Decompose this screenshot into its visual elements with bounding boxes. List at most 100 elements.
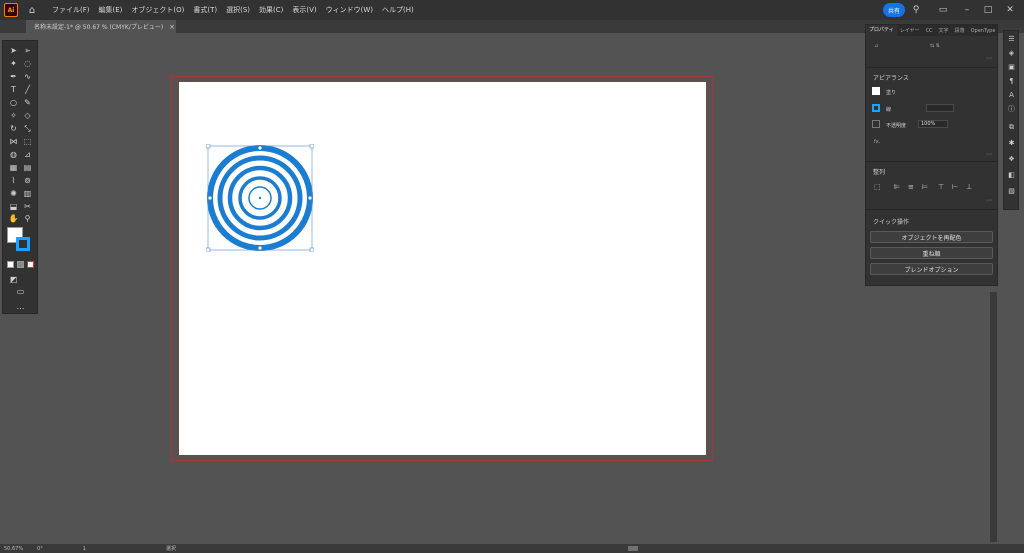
align-more-icon[interactable]: ⋯ xyxy=(986,197,992,204)
search-icon[interactable]: ⚲ xyxy=(910,4,922,16)
gradient-tool-icon[interactable]: ▤ xyxy=(22,162,33,173)
brushes-icon[interactable]: ✱ xyxy=(1007,139,1016,148)
artboard-tool-icon[interactable]: ⬓ xyxy=(8,201,19,212)
transform-more-icon[interactable]: ⋯ xyxy=(986,55,992,62)
flip-icon[interactable]: ⇆ ⇅ xyxy=(930,43,940,49)
symbol-sprayer-tool-icon[interactable]: ✺ xyxy=(8,188,19,199)
direct-selection-tool-icon[interactable]: ➢ xyxy=(22,45,33,56)
paintbrush-tool-icon[interactable]: ✎ xyxy=(22,97,33,108)
rotate-tool-icon[interactable]: ↻ xyxy=(8,123,19,134)
handle-bottom[interactable] xyxy=(258,246,262,250)
menu-type[interactable]: 書式(T) xyxy=(193,5,217,15)
artboard-number[interactable]: 1 xyxy=(83,546,86,552)
character-icon[interactable]: A xyxy=(1007,91,1016,100)
eyedropper-tool-icon[interactable]: ⌇ xyxy=(8,175,19,186)
artboard[interactable] xyxy=(179,82,706,455)
minimize-icon[interactable]: – xyxy=(961,4,973,16)
menu-help[interactable]: ヘルプ(H) xyxy=(382,5,414,15)
handle-left[interactable] xyxy=(208,196,212,200)
properties-icon[interactable]: ☰ xyxy=(1007,35,1016,44)
tab-opentype[interactable]: OpenType xyxy=(968,28,999,34)
menu-file[interactable]: ファイル(F) xyxy=(52,5,90,15)
arrange-button[interactable]: 重ね順 xyxy=(870,247,993,259)
stroke-swatch[interactable] xyxy=(872,104,880,112)
perspective-grid-tool-icon[interactable]: ⊿ xyxy=(22,149,33,160)
home-icon[interactable]: ⌂ xyxy=(26,4,38,16)
stroke-weight-field[interactable] xyxy=(926,104,954,112)
shaper-tool-icon[interactable]: ✧ xyxy=(8,110,19,121)
line-tool-icon[interactable]: ╱ xyxy=(22,84,33,95)
align-middle-icon[interactable]: ⊢ xyxy=(952,183,958,191)
fill-swatch[interactable] xyxy=(872,87,880,95)
layers-icon[interactable]: ◈ xyxy=(1007,49,1016,58)
share-button[interactable]: 共有 xyxy=(883,3,905,17)
document-tab[interactable]: 名称未設定-1* @ 50.67 % (CMYK/プレビュー) × xyxy=(26,20,176,33)
graph-tool-icon[interactable]: ▥ xyxy=(22,188,33,199)
symbols-icon[interactable]: ❖ xyxy=(1007,155,1016,164)
maximize-icon[interactable]: □ xyxy=(982,4,994,16)
horizontal-scroll-thumb[interactable] xyxy=(628,546,638,551)
tab-paragraph[interactable]: 段落 xyxy=(952,27,968,34)
pen-tool-icon[interactable]: ✒ xyxy=(8,71,19,82)
close-window-icon[interactable]: ✕ xyxy=(1004,4,1016,16)
more-tools-icon[interactable]: … xyxy=(15,301,26,312)
align-center-icon[interactable]: ≡ xyxy=(908,183,914,191)
concentric-circles-artwork[interactable] xyxy=(206,144,314,252)
menu-effect[interactable]: 効果(C) xyxy=(259,5,283,15)
align-to-icon[interactable]: ⬚ xyxy=(874,183,881,191)
tab-cc[interactable]: CC xyxy=(923,28,936,34)
zoom-level[interactable]: 50.67% xyxy=(4,546,23,552)
vertical-scrollbar[interactable] xyxy=(990,292,997,542)
align-right-icon[interactable]: ⊨ xyxy=(922,183,928,191)
shape-builder-tool-icon[interactable]: ◍ xyxy=(8,149,19,160)
menu-window[interactable]: ウィンドウ(W) xyxy=(326,5,373,15)
gradient-mode-swatch[interactable] xyxy=(17,261,24,268)
recolor-artwork-button[interactable]: オブジェクトを再配色 xyxy=(870,231,993,243)
color-mode-swatch[interactable] xyxy=(7,261,14,268)
stroke-color-swatch[interactable] xyxy=(16,237,30,251)
handle-bottom-right[interactable] xyxy=(309,247,314,252)
hand-tool-icon[interactable]: ✋ xyxy=(8,213,19,224)
graphic-styles-icon[interactable]: ◧ xyxy=(1007,171,1016,180)
slice-tool-icon[interactable]: ✂ xyxy=(22,201,33,212)
appearance-more-icon[interactable]: ⋯ xyxy=(986,151,992,158)
magic-wand-tool-icon[interactable]: ✦ xyxy=(8,58,19,69)
free-transform-tool-icon[interactable]: ⬚ xyxy=(22,136,33,147)
info-icon[interactable]: ⓘ xyxy=(1007,105,1016,114)
draw-mode-icon[interactable]: ◩ xyxy=(8,274,19,285)
handle-top-right[interactable] xyxy=(309,144,314,149)
blend-tool-icon[interactable]: ⊚ xyxy=(22,175,33,186)
align-bottom-icon[interactable]: ⊥ xyxy=(966,183,972,191)
type-tool-icon[interactable]: T xyxy=(8,84,19,95)
tab-properties[interactable]: プロパティ xyxy=(866,25,897,36)
selection-tool-icon[interactable]: ➤ xyxy=(8,45,19,56)
screen-mode-icon[interactable]: ▭ xyxy=(15,286,26,297)
eraser-tool-icon[interactable]: ◇ xyxy=(22,110,33,121)
rotation-view[interactable]: 0° xyxy=(37,546,43,552)
transform-angle-icon[interactable]: ⊿ xyxy=(874,43,878,49)
transform-icon[interactable]: ⧉ xyxy=(1007,123,1016,132)
align-left-icon[interactable]: ⊫ xyxy=(894,183,900,191)
scale-tool-icon[interactable]: ⤡ xyxy=(22,123,33,134)
menu-view[interactable]: 表示(V) xyxy=(292,5,316,15)
none-mode-swatch[interactable] xyxy=(27,261,34,268)
handle-top[interactable] xyxy=(258,146,262,150)
fx-icon[interactable]: fx. xyxy=(874,139,880,145)
mesh-tool-icon[interactable]: ▦ xyxy=(8,162,19,173)
handle-top-left[interactable] xyxy=(206,144,211,149)
swatches-icon[interactable]: ▧ xyxy=(1007,187,1016,196)
zoom-tool-icon[interactable]: ⚲ xyxy=(22,213,33,224)
workspace-icon[interactable]: ▭ xyxy=(937,4,949,16)
menu-object[interactable]: オブジェクト(O) xyxy=(131,5,184,15)
ellipse-tool-icon[interactable]: ○ xyxy=(8,97,19,108)
tab-character[interactable]: 文字 xyxy=(936,27,952,34)
lasso-tool-icon[interactable]: ◌ xyxy=(22,58,33,69)
curvature-tool-icon[interactable]: ∿ xyxy=(22,71,33,82)
menu-edit[interactable]: 編集(E) xyxy=(99,5,123,15)
align-top-icon[interactable]: ⊤ xyxy=(938,183,944,191)
opacity-field[interactable]: 100% xyxy=(918,120,948,128)
tab-layers[interactable]: レイヤー xyxy=(897,27,923,34)
handle-right[interactable] xyxy=(308,196,312,200)
width-tool-icon[interactable]: ⋈ xyxy=(8,136,19,147)
handle-bottom-left[interactable] xyxy=(206,247,211,252)
